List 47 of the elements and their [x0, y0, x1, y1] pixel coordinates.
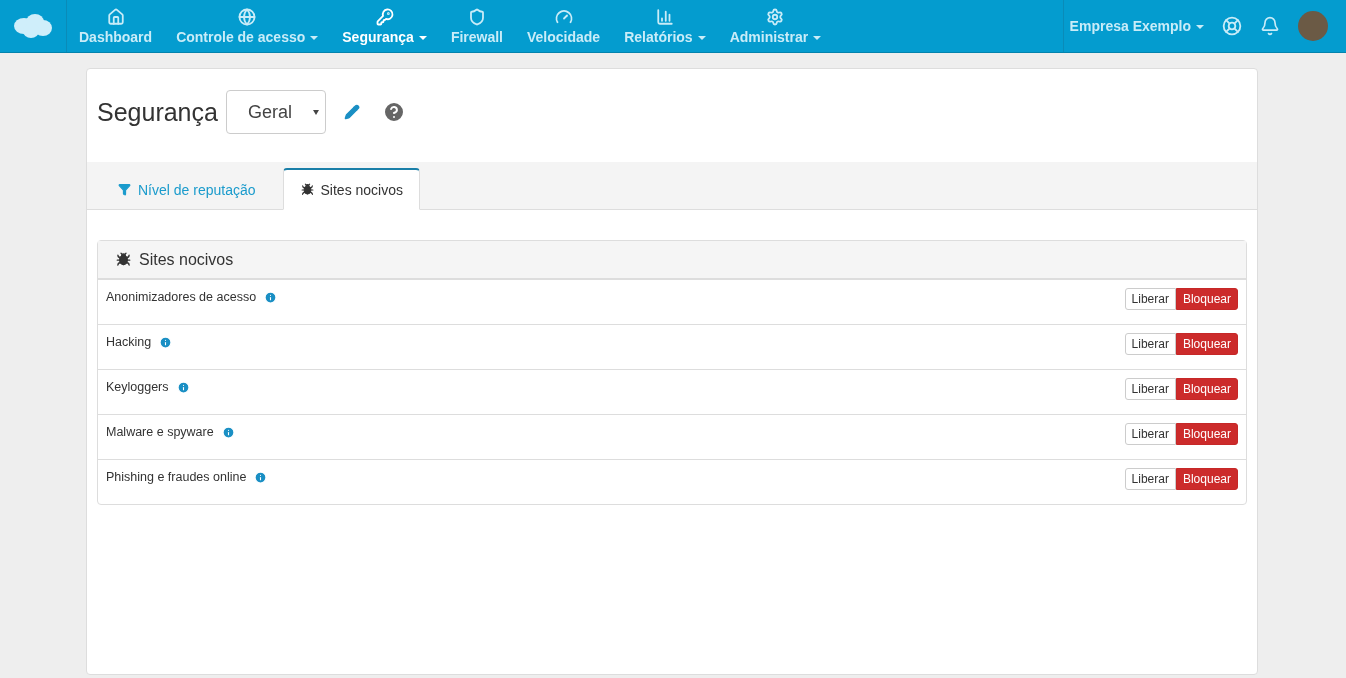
info-icon[interactable]: [176, 380, 190, 394]
toggle-option-button[interactable]: Bloquear: [1175, 288, 1238, 310]
toggle-option-button[interactable]: Bloquear: [1175, 468, 1238, 490]
globe-icon: [238, 7, 257, 26]
bug-icon: [116, 252, 131, 267]
home-icon: [106, 7, 125, 26]
gauge-icon: [554, 7, 573, 26]
tab[interactable]: Sites nocivos: [282, 168, 420, 210]
toggle-option-button[interactable]: Liberar: [1124, 333, 1176, 355]
page-title: Segurança: [97, 97, 218, 127]
category-label: Anonimizadores de acesso: [106, 290, 257, 304]
info-icon[interactable]: [221, 425, 235, 439]
profile-select[interactable]: Geral: [225, 90, 326, 134]
info-icon[interactable]: [254, 470, 268, 484]
lifebuoy-icon[interactable]: [1222, 16, 1242, 36]
gear-icon: [766, 7, 785, 26]
panel-title: Sites nocivos: [139, 250, 234, 269]
bar-chart-icon: [655, 7, 674, 26]
key-icon: [375, 7, 394, 26]
caret-icon: [697, 35, 706, 40]
category-label: Phishing e fraudes online: [106, 470, 247, 484]
toggle-option-button[interactable]: Bloquear: [1175, 378, 1238, 400]
toggle-option-button[interactable]: Bloquear: [1175, 423, 1238, 445]
caret-icon: [418, 35, 427, 40]
toggle-option-button[interactable]: Liberar: [1124, 423, 1176, 445]
tab[interactable]: Nível de reputação: [97, 168, 273, 210]
category-label: Hacking: [106, 335, 152, 349]
info-icon[interactable]: [159, 335, 173, 349]
bell-icon[interactable]: [1260, 16, 1280, 36]
toggle-option-button[interactable]: Liberar: [1124, 378, 1176, 400]
info-icon[interactable]: [264, 290, 278, 304]
toggle-option-button[interactable]: Liberar: [1124, 468, 1176, 490]
caret-icon: [813, 35, 822, 40]
category-label: Malware e spyware: [106, 425, 214, 439]
caret-icon: [310, 35, 319, 40]
cloud-logo[interactable]: [13, 13, 53, 39]
shield-icon: [467, 7, 486, 26]
filter-icon: [118, 183, 131, 196]
caret-icon: [1196, 25, 1204, 30]
bug-icon: [300, 183, 314, 196]
toggle-option-button[interactable]: Liberar: [1124, 288, 1176, 310]
user-avatar[interactable]: [1298, 11, 1328, 41]
toggle-option-button[interactable]: Bloquear: [1175, 333, 1238, 355]
nav-item[interactable]: Segurança: [330, 0, 439, 52]
category-label: Keyloggers: [106, 380, 169, 394]
pencil-icon[interactable]: [343, 104, 360, 120]
caret-icon: [312, 109, 319, 115]
